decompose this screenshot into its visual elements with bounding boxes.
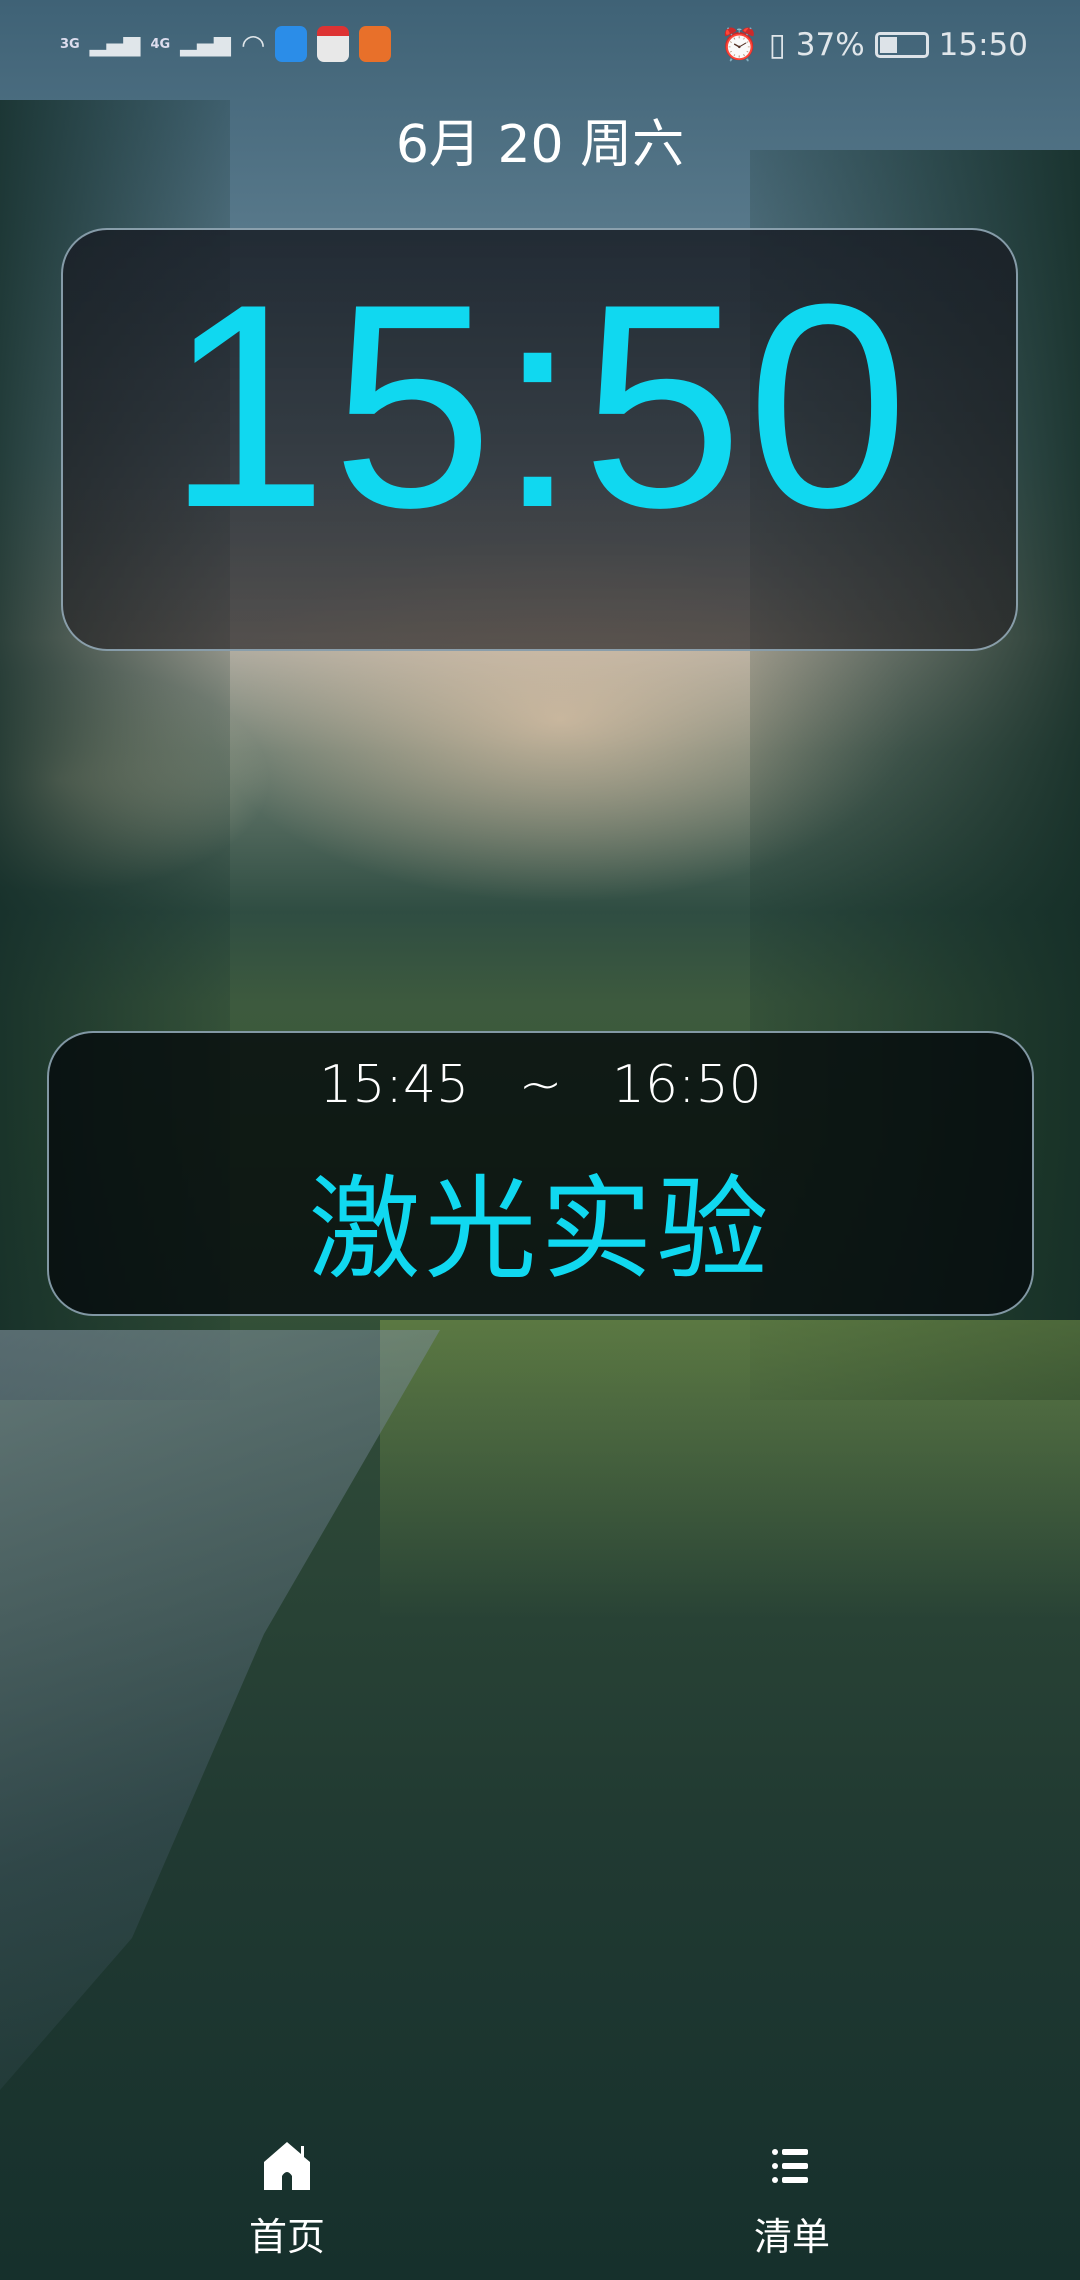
nav-list[interactable]: 清单	[692, 2140, 892, 2261]
battery-percent: 37%	[795, 26, 865, 63]
wifi-icon: ◠	[240, 27, 266, 61]
signal-4g-icon: 4G	[150, 36, 171, 52]
vibrate-icon: ▯	[768, 26, 786, 63]
status-bar: 3G ▂▄▆ 4G ▂▄▆ ◠ ⏰ ▯ 37% 15:50	[0, 22, 1080, 70]
clock-card: 15:50	[61, 228, 1018, 651]
clock-time: 15:50	[166, 244, 913, 568]
home-icon	[264, 2142, 310, 2190]
nav-home-label: 首页	[248, 2215, 325, 2259]
dingtalk-app-icon	[275, 26, 308, 62]
nav-home[interactable]: 首页	[187, 2140, 387, 2261]
signal-bars-icon: ▂▄▆	[89, 31, 141, 57]
status-time: 15:50	[938, 26, 1028, 63]
event-start: 15:45	[319, 1055, 470, 1115]
background-river	[0, 1330, 440, 2090]
baidu-maps-app-icon	[317, 26, 350, 62]
date-label: 6月 20 周六	[395, 115, 685, 175]
signal-3g-icon: 3G	[60, 36, 80, 52]
alarm-icon: ⏰	[720, 27, 759, 63]
nav-list-label: 清单	[753, 2215, 830, 2259]
event-time-range: 15:45 ~ 16:50	[49, 1055, 1032, 1115]
uc-browser-app-icon	[359, 26, 392, 62]
background-meadow	[380, 1320, 1080, 1620]
list-icon	[772, 2149, 808, 2183]
current-event-card[interactable]: 15:45 ~ 16:50 激光实验	[47, 1031, 1034, 1316]
event-title: 激光实验	[308, 1165, 773, 1295]
signal-bars-icon: ▂▄▆	[180, 31, 231, 57]
event-separator: ~	[518, 1055, 563, 1115]
battery-icon	[874, 31, 929, 58]
event-end: 16:50	[611, 1055, 762, 1115]
